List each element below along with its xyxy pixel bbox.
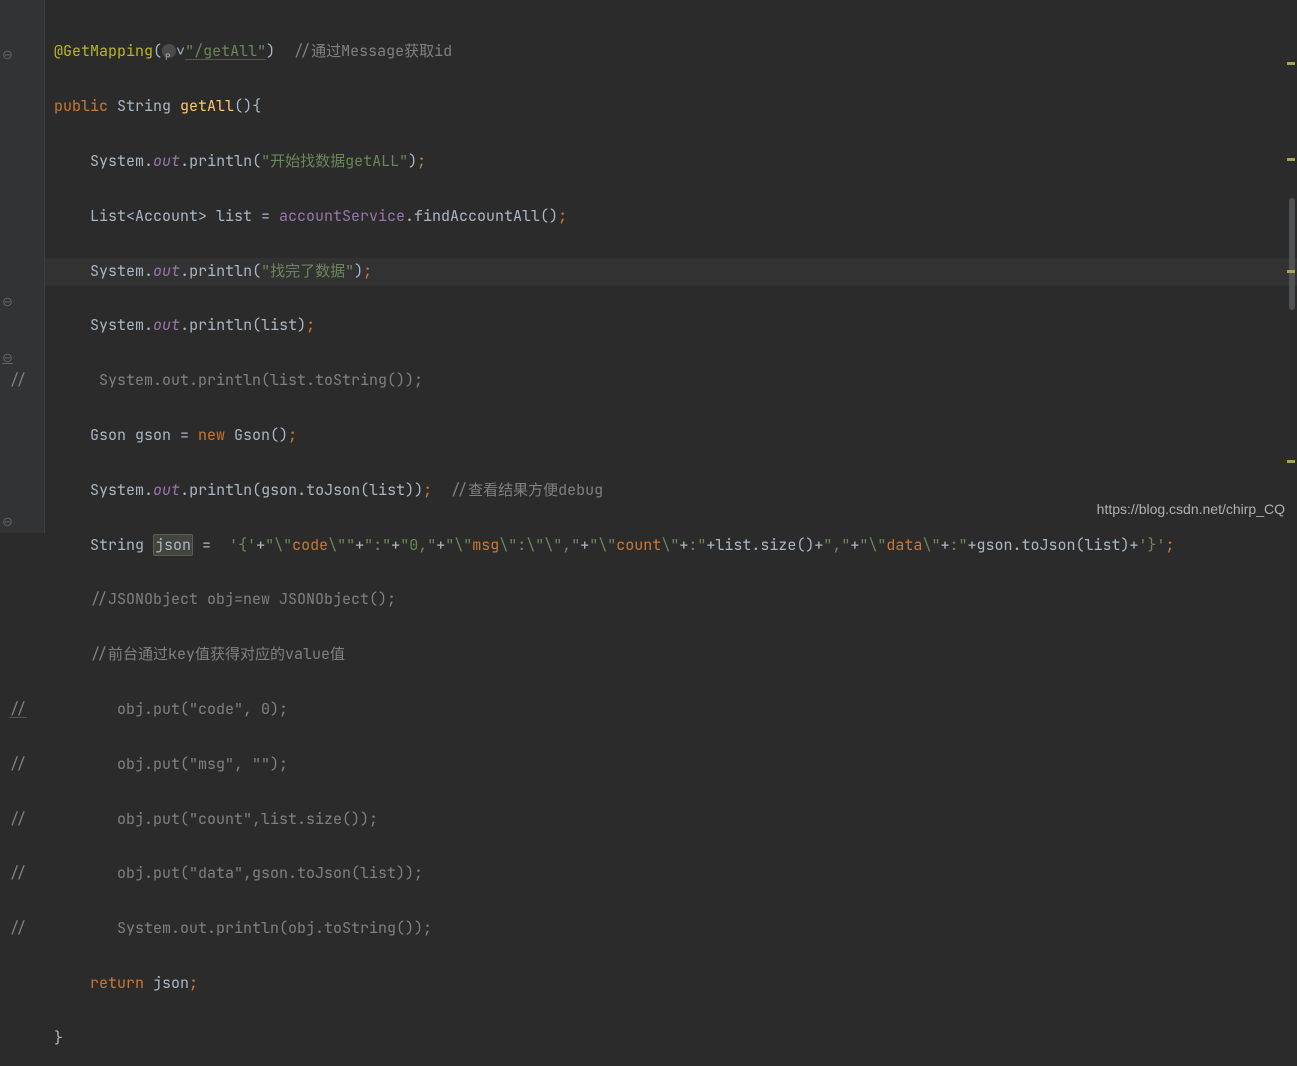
code-line[interactable]: //前台通过key值获得对应的value值 [0, 641, 1297, 668]
field: out [153, 151, 180, 171]
string: "0," [400, 535, 436, 555]
code-line[interactable]: System.out.println("开始找数据getALL"); [0, 148, 1297, 175]
field: out [153, 261, 180, 281]
string: ":" [364, 535, 391, 555]
code-line[interactable]: // System.out.println(obj.toString()); [0, 915, 1297, 942]
code-line[interactable]: public String getAll(){ [0, 93, 1297, 120]
code-line[interactable]: //JSONObject obj=new JSONObject(); [0, 586, 1297, 613]
call: .println( [180, 261, 261, 281]
comment: //前台通过key值获得对应的value值 [90, 644, 345, 664]
punct: ) [408, 151, 417, 171]
code-editor[interactable]: @GetMapping(˅"/getAll") //通过Message获取id … [0, 11, 1297, 1066]
code-line[interactable]: System.out.println("找完了数据"); [0, 258, 1297, 285]
marker-warning[interactable] [1287, 270, 1295, 273]
field: out [153, 315, 180, 335]
decl: List<Account> list = [90, 206, 279, 226]
code-line[interactable]: String json = '{'+"\"code\""+":"+"0,"+"\… [0, 532, 1297, 559]
param-hint-icon [162, 44, 176, 58]
comment: obj.put("data",gson.toJson(list)); [27, 863, 423, 883]
comment: //查看结果方便debug [450, 480, 603, 500]
string: "," [823, 535, 850, 555]
string: '}' [1139, 535, 1166, 555]
code-line[interactable]: // obj.put("count",list.size()); [0, 806, 1297, 833]
code-line[interactable]: // obj.put("data",gson.toJson(list)); [0, 860, 1297, 887]
string: "\" [265, 535, 292, 555]
code-line[interactable]: return json; [0, 970, 1297, 997]
string: "开始找数据getALL" [261, 151, 408, 171]
type: String [90, 535, 153, 555]
annotation: @GetMapping [54, 41, 153, 61]
comment: System.out.println(list.toString()); [27, 370, 423, 390]
call: .println(list) [180, 315, 306, 335]
code-line[interactable]: // System.out.println(list.toString()); [0, 367, 1297, 394]
op: = [193, 535, 229, 555]
class-ref: System [90, 315, 144, 335]
code-line[interactable]: List<Account> list = accountService.find… [0, 203, 1297, 230]
comment: obj.put("code", 0); [27, 699, 288, 719]
string: \" [922, 535, 940, 555]
minimap-scrollbar[interactable] [1287, 0, 1295, 533]
comment-marker: // [9, 754, 27, 774]
string: \" [661, 535, 679, 555]
code-line[interactable]: // obj.put("msg", ""); [0, 751, 1297, 778]
comment-marker: // [9, 863, 27, 883]
watermark: https://blog.csdn.net/chirp_CQ [1097, 496, 1285, 523]
keyword: public [54, 96, 117, 116]
call: .println( [180, 151, 261, 171]
expr: +list.size()+ [706, 535, 823, 555]
url-path: "/getAll" [185, 41, 266, 61]
comment-marker: // [9, 809, 27, 829]
variable-highlighted: json [153, 534, 193, 556]
keyword: return [90, 973, 153, 993]
string: \":\"\"," [499, 535, 580, 555]
comment-marker: // [9, 918, 27, 938]
string: \"" [328, 535, 355, 555]
comment-marker: // [9, 370, 27, 390]
comment-marker: // [9, 699, 27, 719]
string-key: data [886, 535, 922, 555]
marker-warning[interactable] [1287, 158, 1295, 161]
comment: //通过Message获取id [293, 41, 452, 61]
string: "\" [589, 535, 616, 555]
string: :" [688, 535, 706, 555]
marker-warning[interactable] [1287, 460, 1295, 463]
class-ref: System [90, 261, 144, 281]
code-line[interactable]: Gson gson = new Gson(); [0, 422, 1297, 449]
decl: Gson gson = [90, 425, 198, 445]
code-line[interactable]: // obj.put("code", 0); [0, 696, 1297, 723]
call: Gson() [234, 425, 288, 445]
field: out [153, 480, 180, 500]
comment: obj.put("count",list.size()); [27, 809, 378, 829]
code-line[interactable]: System.out.println(list); [0, 312, 1297, 339]
string: :" [949, 535, 967, 555]
marker-warning[interactable] [1287, 62, 1295, 65]
string-key: code [292, 535, 328, 555]
string: "找完了数据" [261, 261, 354, 281]
comment: obj.put("msg", ""); [27, 754, 288, 774]
code-line[interactable]: } [0, 1025, 1297, 1052]
expr: +gson.toJson(list)+ [967, 535, 1138, 555]
call: .findAccountAll() [405, 206, 558, 226]
code-line[interactable]: @GetMapping(˅"/getAll") //通过Message获取id [0, 38, 1297, 65]
method-name: getAll [180, 96, 234, 116]
call: .println(gson.toJson(list)) [180, 480, 423, 500]
keyword: new [198, 425, 234, 445]
field: accountService [279, 206, 405, 226]
string-key: count [616, 535, 661, 555]
class-ref: System [90, 151, 144, 171]
string: "\" [859, 535, 886, 555]
string: '{' [229, 535, 256, 555]
string-key: msg [472, 535, 499, 555]
brace: } [54, 1028, 63, 1048]
string: "\" [445, 535, 472, 555]
variable: json [153, 973, 189, 993]
comment: System.out.println(obj.toString()); [27, 918, 432, 938]
punct: ) [354, 261, 363, 281]
type: String [117, 96, 180, 116]
class-ref: System [90, 480, 144, 500]
scrollbar-thumb[interactable] [1289, 198, 1295, 310]
comment: //JSONObject obj=new JSONObject(); [90, 589, 396, 609]
